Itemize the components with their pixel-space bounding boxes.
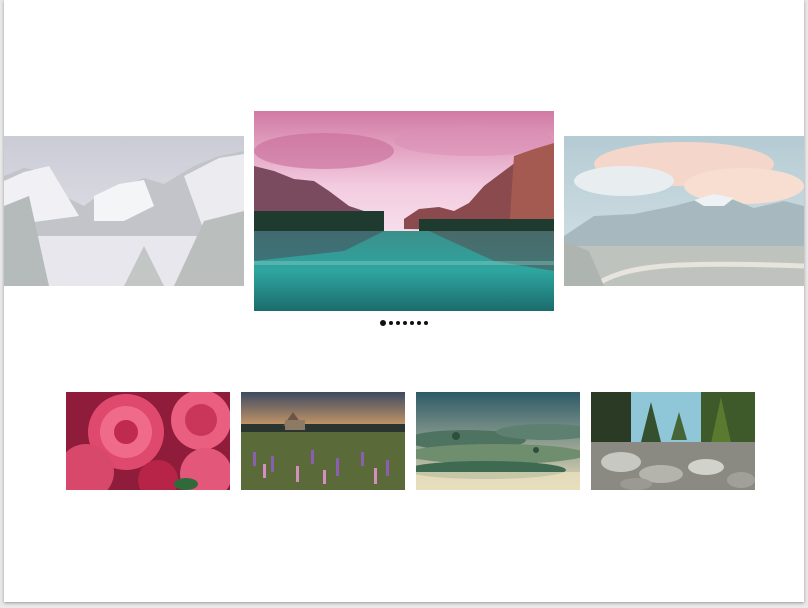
mountain-lake-image [254, 111, 554, 311]
gallery-frame [4, 0, 804, 602]
pagination-dot[interactable] [403, 321, 407, 325]
pagination-dot[interactable] [410, 321, 414, 325]
pagination-dot[interactable] [424, 321, 428, 325]
pagination-dot[interactable] [396, 321, 400, 325]
church-lupine-field-image [241, 392, 405, 490]
dahlia-flowers-image [66, 392, 230, 490]
cloudy-mountains-image [564, 136, 804, 286]
snowy-valley-image [4, 136, 244, 286]
slide-mountain-lake[interactable] [254, 111, 554, 311]
pagination-dot[interactable] [389, 321, 393, 325]
thumbnail-misty-hills[interactable] [416, 392, 580, 490]
carousel-pagination [380, 318, 428, 328]
slide-snowy-valley[interactable] [4, 136, 244, 286]
rocky-forest-image [591, 392, 755, 490]
thumbnail-church-field[interactable] [241, 392, 405, 490]
misty-hills-image [416, 392, 580, 490]
slide-cloudy-mountains[interactable] [564, 136, 804, 286]
thumbnail-rocky-forest[interactable] [591, 392, 755, 490]
pagination-dot[interactable] [417, 321, 421, 325]
pagination-dot[interactable] [380, 320, 386, 326]
thumbnail-dahlias[interactable] [66, 392, 230, 490]
